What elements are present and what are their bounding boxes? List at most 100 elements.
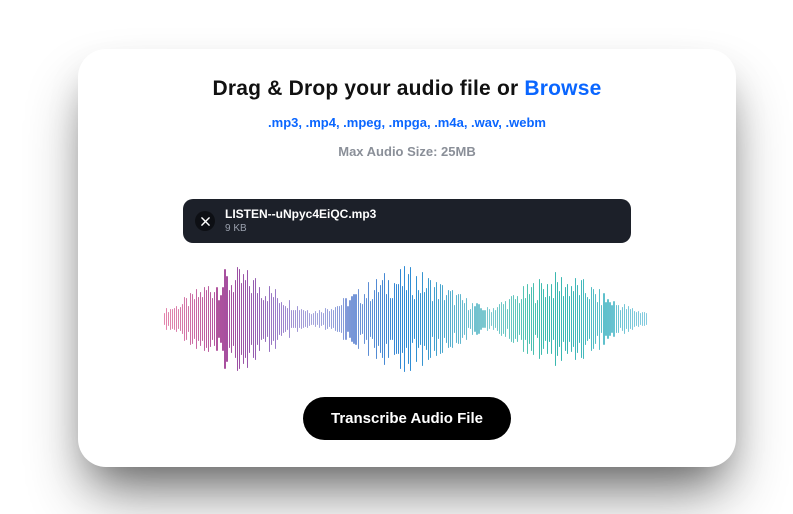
waveform-bar [170, 309, 171, 330]
waveform-bar [222, 287, 223, 351]
accepted-formats: .mp3, .mp4, .mpeg, .mpga, .m4a, .wav, .w… [78, 115, 736, 130]
waveform-bar [501, 302, 502, 335]
waveform-bar [380, 285, 381, 352]
waveform-bar [589, 299, 590, 338]
waveform-bar [525, 298, 526, 340]
waveform-bar [557, 282, 558, 356]
waveform-bar [462, 300, 463, 338]
waveform-bar [289, 300, 290, 339]
waveform-bar [275, 289, 276, 349]
waveform-bar [424, 292, 425, 346]
browse-link[interactable]: Browse [524, 77, 601, 100]
waveform-bar [489, 309, 490, 329]
waveform-bar [553, 298, 554, 341]
waveform-bar [186, 298, 187, 340]
waveform-bar [529, 294, 530, 345]
waveform-bar [533, 283, 534, 354]
waveform-bar [577, 285, 578, 353]
waveform-bar [511, 296, 512, 343]
waveform-bar [642, 312, 643, 325]
waveform-bar [368, 282, 369, 355]
waveform-bar [513, 295, 514, 342]
waveform-bar [329, 311, 330, 327]
waveform-bar [331, 309, 332, 328]
waveform-bar [212, 298, 213, 340]
waveform-bar [456, 295, 457, 343]
waveform-bar [378, 292, 379, 346]
waveform-bar [452, 290, 453, 348]
waveform-bar [622, 307, 623, 332]
uploaded-file-chip: LISTEN--uNpyc4EiQC.mp3 9 KB [183, 199, 631, 243]
waveform-bar [480, 308, 481, 330]
waveform-bar [269, 286, 270, 352]
waveform-bar [364, 294, 365, 343]
waveform-bar [287, 308, 288, 330]
waveform-bar [370, 301, 371, 336]
waveform-bar [176, 306, 177, 333]
waveform-bar [281, 302, 282, 335]
waveform-bar [392, 298, 393, 340]
waveform-bar [541, 283, 542, 356]
waveform-bar [468, 310, 469, 329]
waveform-bar [448, 290, 449, 349]
waveform-bar [507, 309, 508, 329]
waveform-bar [547, 284, 548, 354]
waveform-bar [398, 284, 399, 355]
waveform-bar [239, 269, 240, 370]
waveform-bar [229, 290, 230, 348]
waveform-bar [297, 306, 298, 332]
upload-card: Drag & Drop your audio file or Browse .m… [78, 49, 736, 467]
waveform-bar [493, 308, 494, 330]
waveform-bar [279, 303, 280, 335]
waveform-bar [283, 305, 284, 332]
waveform-bar [593, 289, 594, 350]
transcribe-button[interactable]: Transcribe Audio File [303, 397, 511, 440]
waveform-bar [599, 289, 600, 350]
waveform-bar [503, 304, 504, 334]
waveform-bar [628, 306, 629, 332]
waveform-bar [271, 293, 272, 345]
waveform-bar [430, 280, 431, 359]
waveform-bar [321, 312, 322, 326]
waveform-bar [616, 305, 617, 334]
waveform-bar [464, 303, 465, 336]
waveform-bar [261, 298, 262, 340]
waveform-bar [549, 296, 550, 343]
waveform-bar [563, 296, 564, 343]
waveform-bar [172, 309, 173, 329]
waveform-bar [247, 270, 248, 368]
waveform-bar [638, 311, 639, 328]
waveform-bar [523, 286, 524, 352]
waveform-bar [482, 310, 483, 327]
waveform-bar [206, 290, 207, 348]
waveform-bar [565, 287, 566, 351]
waveform-bar [630, 309, 631, 330]
waveform-bar [611, 305, 612, 332]
waveform-bar [505, 301, 506, 336]
waveform-bar [436, 282, 437, 357]
waveform-bar [184, 297, 185, 340]
waveform-bar [347, 306, 348, 331]
waveform-bar [595, 294, 596, 345]
waveform-bar [579, 295, 580, 343]
waveform-bar [613, 301, 614, 338]
waveform-bar [303, 310, 304, 328]
waveform-bar [422, 272, 423, 367]
waveform-bar [446, 295, 447, 342]
waveform-bar [245, 280, 246, 358]
waveform-bar [333, 310, 334, 327]
waveform-bar [376, 279, 377, 360]
waveform-bar [231, 285, 232, 352]
waveform-bar [293, 310, 294, 329]
remove-file-button[interactable] [195, 211, 215, 231]
waveform-visual [164, 263, 650, 375]
waveform-bar [495, 310, 496, 328]
waveform-bar [241, 283, 242, 354]
waveform-bar [450, 291, 451, 347]
waveform-bar [327, 309, 328, 329]
waveform-bar [174, 308, 175, 330]
waveform-bar [646, 313, 647, 325]
waveform-bar [194, 299, 195, 339]
waveform-bar [474, 306, 475, 332]
waveform-bar [597, 302, 598, 337]
